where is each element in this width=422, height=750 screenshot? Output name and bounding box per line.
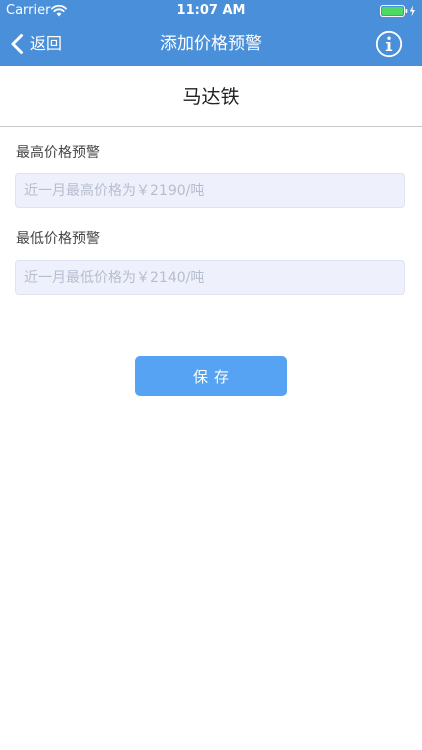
save-button[interactable]: 保存	[135, 356, 287, 396]
status-time: 11:07 AM	[176, 3, 246, 18]
page-title: 添加价格预警	[160, 34, 262, 54]
min-price-label: 最低价格预警	[16, 231, 100, 247]
product-header: 马达铁	[0, 66, 422, 127]
status-bar: Carrier 11:07 AM	[0, 0, 422, 22]
max-price-label: 最高价格预警	[16, 145, 100, 161]
product-name: 马达铁	[182, 86, 240, 108]
min-price-input[interactable]	[15, 260, 405, 295]
nav-bar: 返回 添加价格预警	[0, 22, 422, 66]
battery-charging-icon	[380, 5, 415, 17]
info-icon[interactable]	[375, 30, 403, 58]
max-price-input[interactable]	[15, 173, 405, 208]
header: Carrier 11:07 AM 返回 添加价格预警	[0, 0, 422, 66]
